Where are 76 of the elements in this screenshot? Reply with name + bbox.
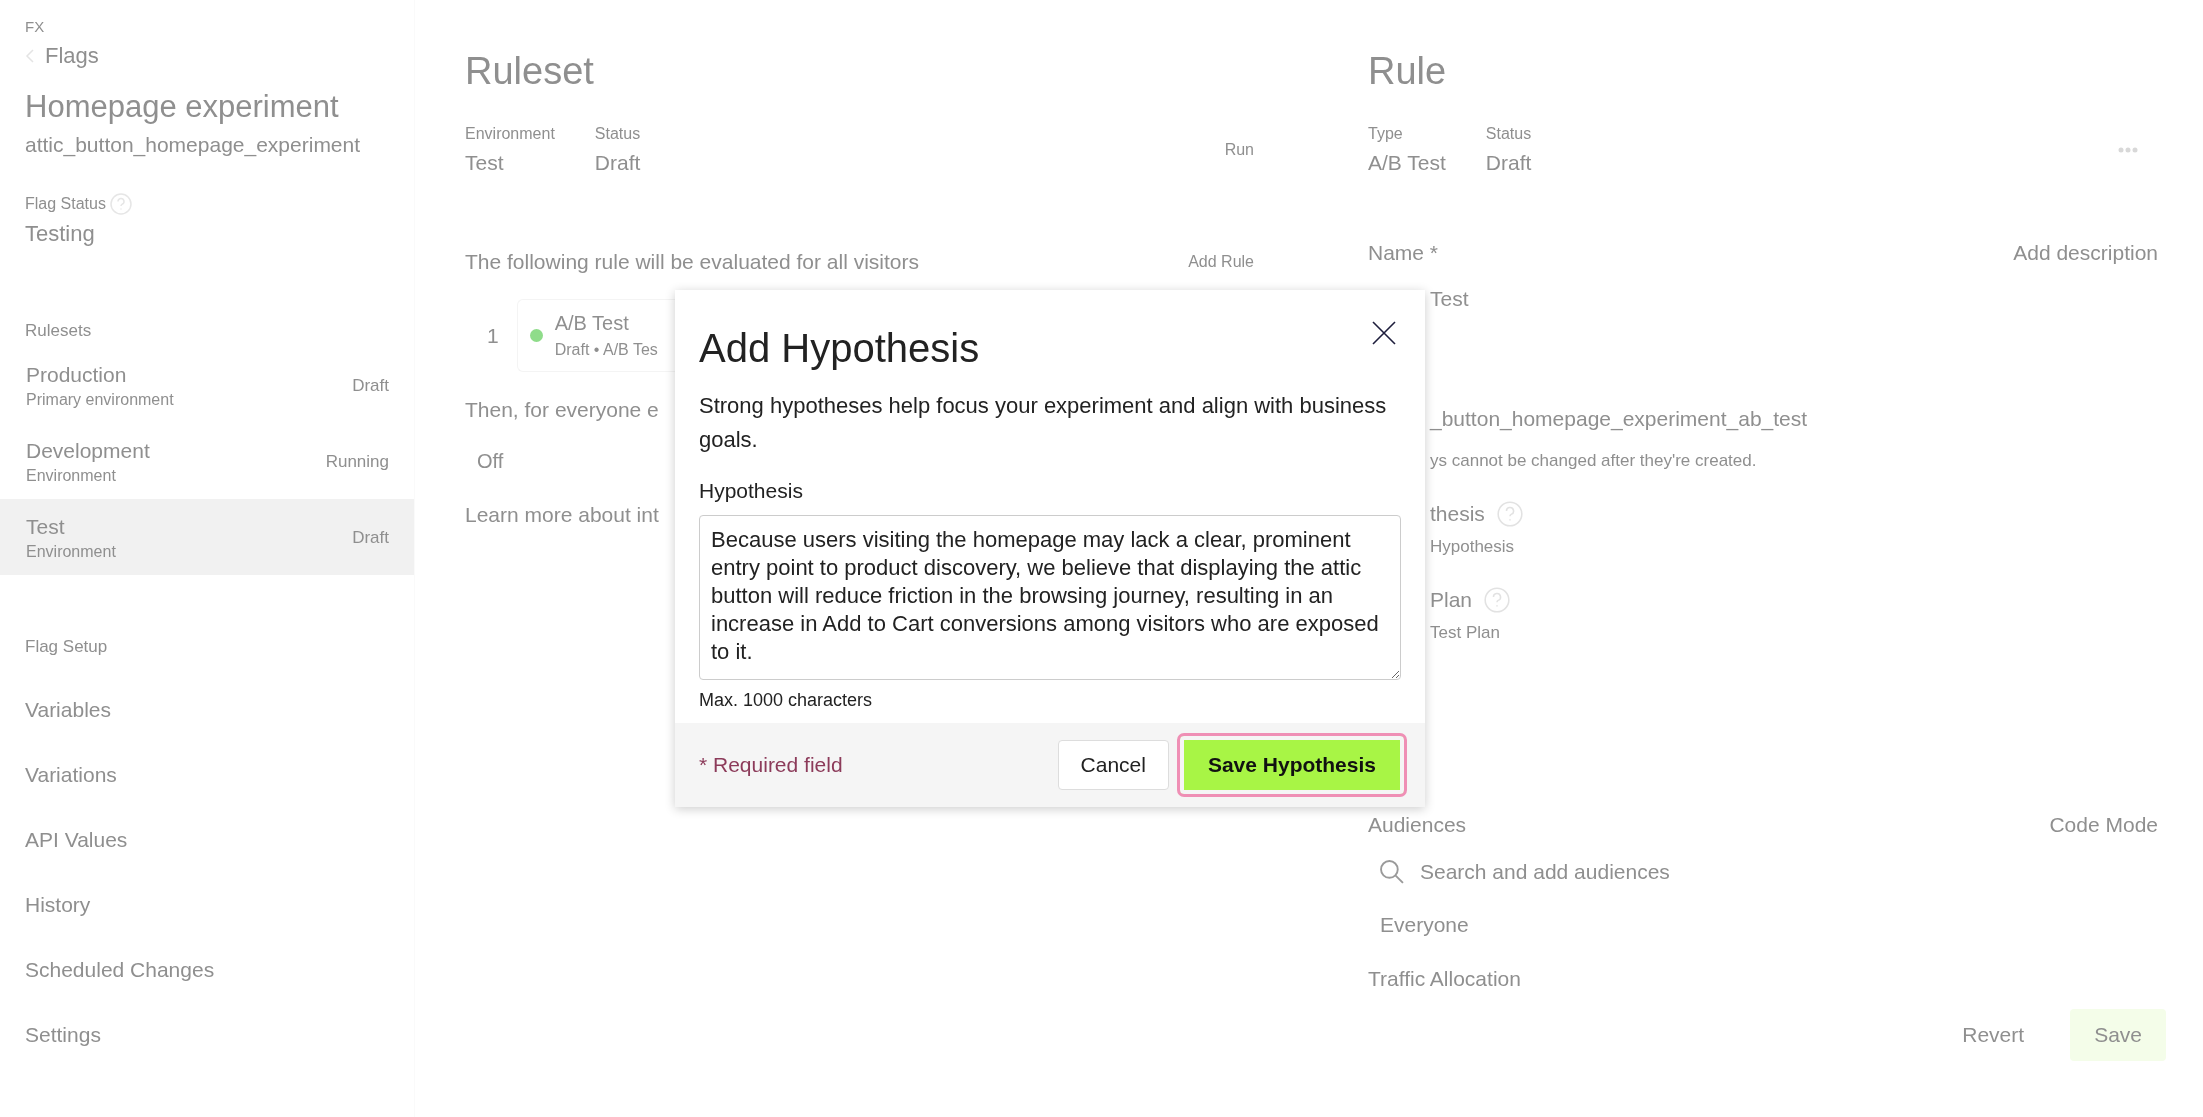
code-mode-link[interactable]: Code Mode [2049,813,2158,837]
flag-status-value: Testing [25,221,95,247]
audiences-label: Audiences [1368,813,1467,837]
help-icon[interactable] [109,193,132,215]
rule-intro: The following rule will be evaluated for all visitors [465,250,920,274]
ruleset-item[interactable]: Development Environment Running [0,423,414,499]
sidebar-item[interactable]: Scheduled Changes [25,958,215,982]
add-description-link[interactable]: Add description [2013,241,2158,265]
ruleset-description: Environment [26,467,117,485]
add-hypothesis-link[interactable]: Hypothesis [1430,537,1515,557]
sidebar-item[interactable]: Settings [25,1023,101,1047]
dialog-title: Add Hypothesis [699,326,980,371]
section-heading: Flag Setup [25,637,108,657]
meta-label: Environment [465,125,555,143]
fallback-intro: Then, for everyone e [465,398,659,422]
chevron-left-icon [25,49,35,63]
key-value: _button_homepage_experiment_ab_test [1430,407,1808,431]
ruleset-status: Running [325,452,389,472]
meta-label: Status [1485,125,1532,143]
more-icon[interactable] [2118,147,2138,153]
dialog-description: Strong hypotheses help focus your experiment and align with business goals. [699,392,1388,454]
close-icon[interactable] [1371,320,1397,346]
ruleset-name: Test [26,515,66,539]
traffic-allocation-label: Traffic Allocation [1368,967,1521,991]
required-field-note: * Required field [699,753,843,777]
help-icon[interactable] [1484,587,1511,613]
audience-item: Everyone [1380,913,1469,937]
ruleset-title: Ruleset [465,50,594,93]
rule-name: A/B Test [554,312,630,335]
meta-value: Draft [594,151,641,175]
ruleset-status: Draft [352,376,389,396]
save-button[interactable]: Save [2070,1009,2166,1061]
ruleset-name: Development [26,439,150,463]
name-label: Name * [1368,241,1439,265]
run-button[interactable]: Run [1218,137,1260,163]
plan-label: Plan [1430,588,1473,612]
ruleset-status: Draft [352,528,389,548]
ruleset-item[interactable]: Production Primary environment Draft [0,347,414,423]
learn-more-link[interactable]: Learn more about int [465,503,659,527]
flag-status-label: Flag Status [25,195,106,213]
hypothesis-label: thesis [1430,502,1485,526]
meta-label: Type [1368,125,1404,143]
rule-detail: Draft • A/B Tes [554,341,658,359]
sidebar-item[interactable]: API Values [25,828,128,852]
ruleset-item[interactable]: Test Environment Draft [0,499,414,575]
field-label: Hypothesis [699,479,803,503]
save-hypothesis-button[interactable]: Save Hypothesis [1176,733,1407,797]
search-field[interactable]: Search and add audiences [1418,859,1922,885]
sidebar-item[interactable]: History [25,893,91,917]
ruleset-description: Environment [26,543,116,561]
section-heading: Rulesets [25,321,92,341]
flag-key: attic_button_homepage_experiment [25,133,361,157]
name-value: Test [1430,287,1469,311]
ruleset-description: Primary environment [26,391,174,409]
meta-value: Draft [1485,151,1532,175]
rule-title: Rule [1368,50,1447,93]
meta-value: Test [465,151,505,175]
rule-index: 1 [487,323,499,348]
add-test-plan-link[interactable]: Test Plan [1430,623,1500,643]
back-link[interactable]: Flags [25,43,99,69]
key-note: ys cannot be changed after they're created. [1430,451,1757,471]
search-icon [1380,860,1404,884]
meta-value: A/B Test [1368,151,1446,175]
character-limit-hint: Max. 1000 characters [699,690,873,711]
fallback-value: Off [477,450,504,473]
cancel-button[interactable]: Cancel [1057,740,1169,790]
ruleset-name: Production [26,363,128,387]
hypothesis-textarea[interactable]: Because users visiting the homepage may lack a clear, prominent entry point to product discovery, we believe that displaying the attic button will reduce friction in the browsing journey, resulting in an increase in Add to Cart conversions among visitors who are exposed to it. [699,515,1401,680]
revert-button[interactable]: Revert [1956,1009,2031,1061]
add-rule-button[interactable]: Add Rule [1182,249,1260,275]
help-icon[interactable] [1496,501,1523,527]
product-label: FX [25,18,45,35]
sidebar-item[interactable]: Variables [25,698,111,722]
sidebar-item[interactable]: Variations [25,763,117,787]
meta-label: Status [594,125,641,143]
flag-title: Homepage experiment [25,89,339,125]
